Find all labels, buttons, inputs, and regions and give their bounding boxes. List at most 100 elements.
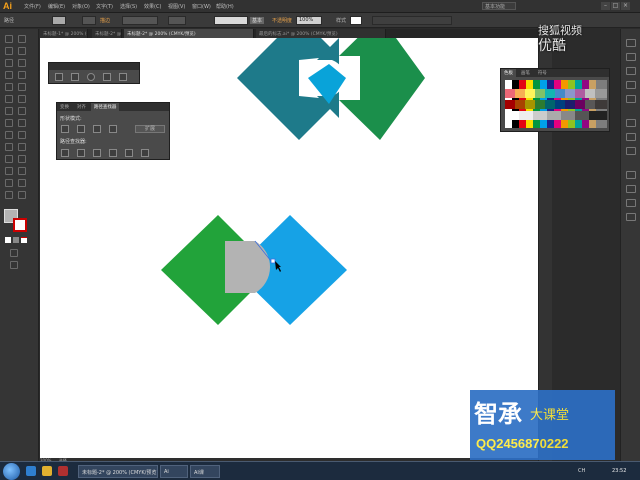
outline-icon[interactable] <box>125 149 133 157</box>
stroke-swatch[interactable] <box>82 16 96 25</box>
minimize-icon[interactable]: – <box>601 2 610 10</box>
intersect-icon[interactable] <box>93 125 101 133</box>
menu-view[interactable]: 视图(V) <box>168 3 185 10</box>
pencil-icon[interactable] <box>18 83 26 91</box>
merge-icon[interactable] <box>93 149 101 157</box>
opacity-field[interactable]: 100% <box>296 16 322 25</box>
start-button-icon[interactable] <box>3 463 20 480</box>
symbol-sprayer-icon[interactable] <box>5 167 13 175</box>
screen-mode-icon[interactable] <box>10 261 18 269</box>
graph-icon[interactable] <box>18 167 26 175</box>
graphic-styles-icon[interactable] <box>626 185 636 193</box>
star-icon[interactable] <box>119 73 127 81</box>
taskbar-illustrator[interactable]: 未标题-2* @ 200% (CMYK/预览) <box>78 465 158 478</box>
gradient-panel-icon[interactable] <box>626 133 636 141</box>
stroke-color-box[interactable] <box>13 218 27 232</box>
close-icon[interactable]: × <box>621 2 630 10</box>
artboards-panel-icon[interactable] <box>626 213 636 221</box>
rotate-icon[interactable] <box>5 107 13 115</box>
brush-definition[interactable] <box>214 16 248 25</box>
stroke-label[interactable]: 描边 <box>100 17 110 24</box>
ie-icon[interactable] <box>26 466 36 476</box>
blob-brush-icon[interactable] <box>5 95 13 103</box>
swatch-row-3[interactable] <box>505 100 607 109</box>
stroke-panel-icon[interactable] <box>626 119 636 127</box>
artboard-icon[interactable] <box>5 179 13 187</box>
pen-icon[interactable] <box>5 59 13 67</box>
tab-doc-2[interactable]: 未标题-2* @ 200% (CMYK/预览) <box>124 29 254 38</box>
perspective-grid-icon[interactable] <box>18 131 26 139</box>
taskbar-ai[interactable]: Ai <box>160 465 188 478</box>
blend-icon[interactable] <box>18 155 26 163</box>
tab-pathfinder[interactable]: 路径查找器 <box>90 103 120 111</box>
none-mode-icon[interactable] <box>21 237 27 243</box>
gray-d-shape[interactable] <box>225 241 271 293</box>
lasso-icon[interactable] <box>18 47 26 55</box>
divide-icon[interactable] <box>61 149 69 157</box>
brushes-panel-icon[interactable] <box>626 81 636 89</box>
variable-width-field[interactable] <box>168 16 186 25</box>
magic-wand-icon[interactable] <box>5 47 13 55</box>
swatch-row-2[interactable] <box>505 89 607 98</box>
taskbar-folder[interactable]: AI课 <box>190 465 220 478</box>
minus-back-icon[interactable] <box>141 149 149 157</box>
menu-window[interactable]: 窗口(W) <box>192 3 211 10</box>
tab-doc-4[interactable]: 最后的标志.ai* @ 200% (CMYK/预览) <box>256 29 386 38</box>
ellipse-icon[interactable] <box>87 73 95 81</box>
rect-shape-icon[interactable] <box>55 73 63 81</box>
expand-button[interactable]: 扩展 <box>135 125 165 133</box>
free-transform-icon[interactable] <box>18 119 26 127</box>
draw-mode-icon[interactable] <box>10 249 18 257</box>
gradient-mode-icon[interactable] <box>13 237 19 243</box>
crop-icon[interactable] <box>109 149 117 157</box>
selection-tool-icon[interactable] <box>5 35 13 43</box>
line-icon[interactable] <box>5 71 13 79</box>
eyedropper-icon[interactable] <box>5 155 13 163</box>
tab-doc-1[interactable]: 未标题-1* @ 200% (CMYK/预览) <box>40 29 88 38</box>
swatches-panel-icon[interactable] <box>626 67 636 75</box>
menu-type[interactable]: 文字(T) <box>96 3 113 10</box>
direct-selection-icon[interactable] <box>18 35 26 43</box>
menu-edit[interactable]: 编辑(E) <box>48 3 65 10</box>
minus-front-icon[interactable] <box>77 125 85 133</box>
tab-align[interactable]: 对齐 <box>74 103 89 111</box>
rounded-rect-icon[interactable] <box>71 73 79 81</box>
opacity-label[interactable]: 不透明度 <box>272 17 292 24</box>
tab-symbols[interactable]: 符号 <box>535 69 550 77</box>
shape-builder-icon[interactable] <box>5 131 13 139</box>
artboard-canvas[interactable] <box>40 16 538 458</box>
profile-label[interactable]: 基本 <box>250 17 265 24</box>
workspace-switcher[interactable]: 基本功能 <box>482 2 516 10</box>
hand-icon[interactable] <box>5 191 13 199</box>
swatch-row-4[interactable] <box>505 111 607 120</box>
transparency-panel-icon[interactable] <box>626 147 636 155</box>
brush-icon[interactable] <box>5 83 13 91</box>
menu-effect[interactable]: 效果(C) <box>144 3 161 10</box>
gradient-icon[interactable] <box>18 143 26 151</box>
tab-brushes[interactable]: 画笔 <box>518 69 533 77</box>
eraser-icon[interactable] <box>18 95 26 103</box>
symbols-panel-icon[interactable] <box>626 95 636 103</box>
maximize-icon[interactable]: □ <box>611 2 620 10</box>
rectangle-icon[interactable] <box>18 71 26 79</box>
menu-file[interactable]: 文件(F) <box>24 3 41 10</box>
clock[interactable]: 23:52 <box>612 468 626 474</box>
polygon-icon[interactable] <box>103 73 111 81</box>
exclude-icon[interactable] <box>109 125 117 133</box>
stroke-weight-field[interactable] <box>122 16 158 25</box>
color-guide-icon[interactable] <box>626 53 636 61</box>
tab-swatches[interactable]: 色板 <box>501 69 516 77</box>
color-mode-icon[interactable] <box>5 237 11 243</box>
color-panel-icon[interactable] <box>626 39 636 47</box>
tab-transform[interactable]: 变换 <box>57 103 72 111</box>
menu-select[interactable]: 选择(S) <box>120 3 137 10</box>
layers-panel-icon[interactable] <box>626 199 636 207</box>
warp-icon[interactable] <box>5 119 13 127</box>
explorer-icon[interactable] <box>42 466 52 476</box>
type-icon[interactable] <box>18 59 26 67</box>
scale-icon[interactable] <box>18 107 26 115</box>
appearance-panel-icon[interactable] <box>626 171 636 179</box>
mesh-icon[interactable] <box>5 143 13 151</box>
media-icon[interactable] <box>58 466 68 476</box>
style-swatch[interactable] <box>350 16 362 25</box>
